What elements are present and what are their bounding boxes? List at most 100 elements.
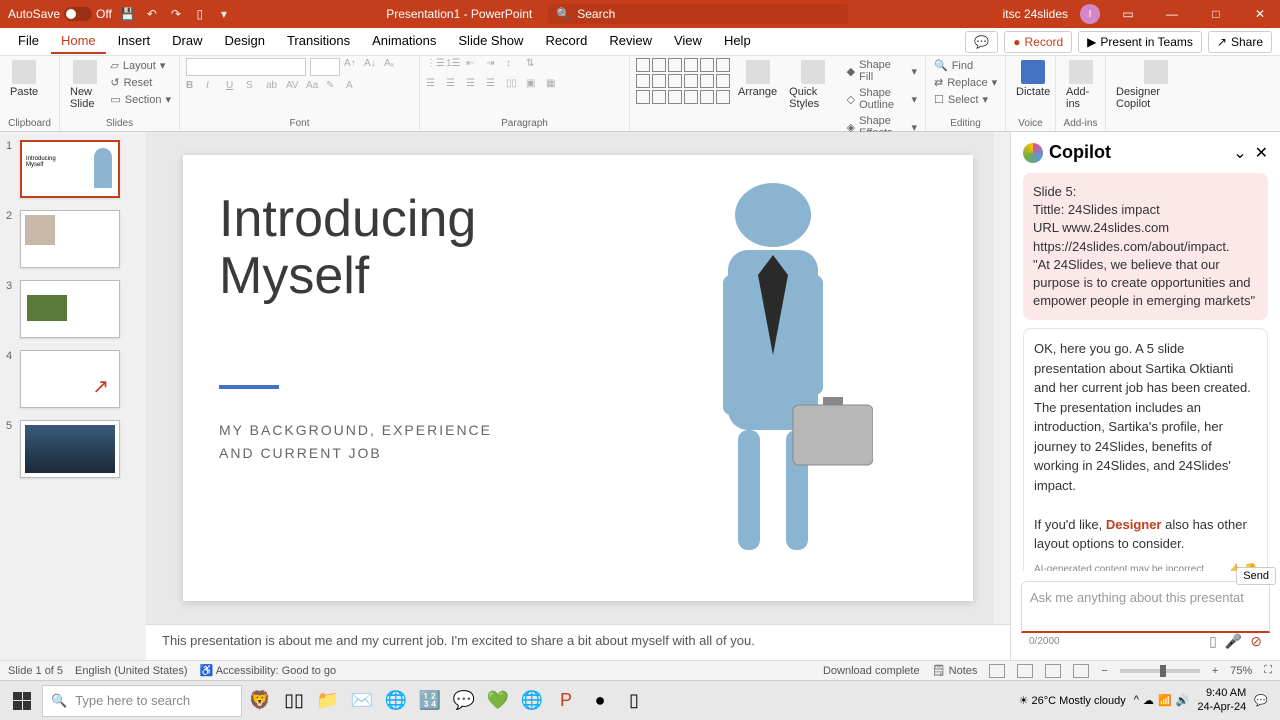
slide-canvas[interactable]: IntroducingMyself MY BACKGROUND, EXPERIE… (183, 155, 973, 601)
reset-button[interactable]: ↺ Reset (108, 75, 173, 90)
maximize-icon[interactable]: □ (1200, 0, 1232, 28)
tab-view[interactable]: View (664, 29, 712, 54)
close-icon[interactable]: ✕ (1244, 0, 1276, 28)
tab-design[interactable]: Design (215, 29, 275, 54)
spacing-icon[interactable]: AV (286, 80, 302, 96)
slide-thumb-3[interactable] (20, 280, 120, 338)
shapes-gallery[interactable] (636, 58, 730, 104)
tab-insert[interactable]: Insert (108, 29, 161, 54)
font-color-icon[interactable]: A (346, 80, 362, 96)
bold-icon[interactable]: B (186, 80, 202, 96)
save-icon[interactable]: 💾 (120, 6, 136, 22)
slide-counter[interactable]: Slide 1 of 5 (8, 665, 63, 677)
numbering-icon[interactable]: 1☰ (446, 58, 462, 74)
tab-animations[interactable]: Animations (362, 29, 446, 54)
shape-outline-button[interactable]: ◇ Shape Outline ▾ (845, 86, 919, 112)
slack-icon[interactable]: 💬 (448, 685, 480, 717)
shadow-icon[interactable]: ab (266, 80, 282, 96)
attach-icon[interactable]: ▯ (1209, 633, 1217, 650)
file-explorer-icon[interactable]: 📁 (312, 685, 344, 717)
new-slide-button[interactable]: New Slide (66, 58, 104, 112)
increase-indent-icon[interactable]: ⇥ (486, 58, 502, 74)
start-from-beginning-icon[interactable]: ▯ (192, 6, 208, 22)
align-text-icon[interactable]: ▣ (526, 78, 542, 94)
normal-view-icon[interactable] (989, 664, 1005, 678)
powerpoint-icon[interactable]: P (550, 685, 582, 717)
redo-icon[interactable]: ↷ (168, 6, 184, 22)
increase-font-icon[interactable]: A↑ (344, 58, 360, 74)
zoom-slider[interactable] (1120, 669, 1200, 673)
slide-thumb-1[interactable]: IntroducingMyself (20, 140, 120, 198)
close-panel-icon[interactable]: ✕ (1255, 143, 1268, 163)
tab-slide-show[interactable]: Slide Show (448, 29, 533, 54)
undo-icon[interactable]: ↶ (144, 6, 160, 22)
tab-record[interactable]: Record (535, 29, 597, 54)
app2-icon[interactable]: ▯ (618, 685, 650, 717)
autosave-toggle[interactable]: AutoSave Off (8, 7, 112, 21)
italic-icon[interactable]: I (206, 80, 222, 96)
slideshow-view-icon[interactable] (1073, 664, 1089, 678)
highlight-icon[interactable]: ✎ (326, 80, 342, 96)
tab-help[interactable]: Help (714, 29, 761, 54)
language-status[interactable]: English (United States) (75, 665, 188, 677)
smartart-icon[interactable]: ▦ (546, 78, 562, 94)
task-view-icon[interactable]: ▯▯ (278, 685, 310, 717)
user-avatar[interactable]: I (1080, 4, 1100, 24)
shape-fill-button[interactable]: ◆ Shape Fill ▾ (845, 58, 919, 84)
present-in-teams-button[interactable]: ▶ Present in Teams (1078, 31, 1202, 53)
paste-button[interactable]: Paste (6, 58, 42, 100)
whatsapp-icon[interactable]: 💚 (482, 685, 514, 717)
tab-home[interactable]: Home (51, 29, 106, 54)
share-button[interactable]: ↗ Share (1208, 31, 1272, 53)
minimize-icon[interactable]: — (1156, 0, 1188, 28)
slide-panel[interactable]: 1IntroducingMyself 2 3 4↗ 5 (0, 132, 146, 660)
decrease-font-icon[interactable]: A↓ (364, 58, 380, 74)
designer-link[interactable]: Designer (1106, 517, 1162, 532)
sorter-view-icon[interactable] (1017, 664, 1033, 678)
mail-icon[interactable]: ✉️ (346, 685, 378, 717)
app-icon[interactable]: ● (584, 685, 616, 717)
quick-styles-button[interactable]: Quick Styles (785, 58, 841, 112)
toggle-switch[interactable] (64, 7, 92, 21)
collapse-icon[interactable]: ⌄ (1233, 143, 1246, 163)
ribbon-display-icon[interactable]: ▭ (1112, 0, 1144, 28)
vertical-scrollbar[interactable] (994, 132, 1010, 624)
system-tray[interactable]: ^ ☁ 📶 🔊 (1134, 694, 1190, 707)
clear-format-icon[interactable]: Aₓ (384, 58, 400, 74)
send-icon[interactable]: ⊘ (1250, 633, 1262, 650)
notifications-icon[interactable]: 💬 (1254, 694, 1268, 707)
select-button[interactable]: ☐ Select ▾ (932, 92, 999, 107)
record-button[interactable]: ● Record (1004, 31, 1072, 53)
accessibility-status[interactable]: ♿ Accessibility: Good to go (200, 664, 337, 677)
search-box[interactable]: 🔍 Search (548, 4, 848, 24)
dictate-button[interactable]: Dictate (1012, 58, 1054, 100)
notes-pane[interactable]: This presentation is about me and my cur… (146, 624, 1010, 660)
weather-widget[interactable]: ☀ 26°C Mostly cloudy (1019, 694, 1126, 707)
mic-icon[interactable]: 🎤 (1225, 633, 1242, 650)
start-button[interactable] (4, 685, 40, 717)
tab-review[interactable]: Review (599, 29, 662, 54)
addins-button[interactable]: Add-ins (1062, 58, 1099, 112)
decrease-indent-icon[interactable]: ⇤ (466, 58, 482, 74)
zoom-out-icon[interactable]: − (1101, 665, 1107, 677)
notes-toggle[interactable]: 🗒 Notes (932, 664, 978, 677)
chrome2-icon[interactable]: 🌐 (516, 685, 548, 717)
fit-icon[interactable]: ⛶ (1264, 664, 1272, 677)
news-icon[interactable]: 🦁 (244, 685, 276, 717)
volume-icon[interactable]: 🔊 (1176, 694, 1190, 707)
slide-thumb-2[interactable] (20, 210, 120, 268)
align-left-icon[interactable]: ☰ (426, 78, 442, 94)
zoom-in-icon[interactable]: + (1212, 665, 1218, 677)
clock[interactable]: 9:40 AM 24-Apr-24 (1197, 687, 1246, 713)
align-right-icon[interactable]: ☰ (466, 78, 482, 94)
taskbar-search[interactable]: 🔍 Type here to search (42, 685, 242, 717)
onedrive-icon[interactable]: ☁ (1143, 694, 1154, 707)
underline-icon[interactable]: U (226, 80, 242, 96)
copilot-input[interactable]: Ask me anything about this presentat (1021, 581, 1270, 633)
arrange-button[interactable]: Arrange (734, 58, 781, 100)
strikethrough-icon[interactable]: S (246, 80, 262, 96)
line-spacing-icon[interactable]: ↕ (506, 58, 522, 74)
font-size-select[interactable] (310, 58, 340, 76)
qat-more-icon[interactable]: ▾ (216, 6, 232, 22)
replace-button[interactable]: ⇄ Replace ▾ (932, 75, 999, 90)
